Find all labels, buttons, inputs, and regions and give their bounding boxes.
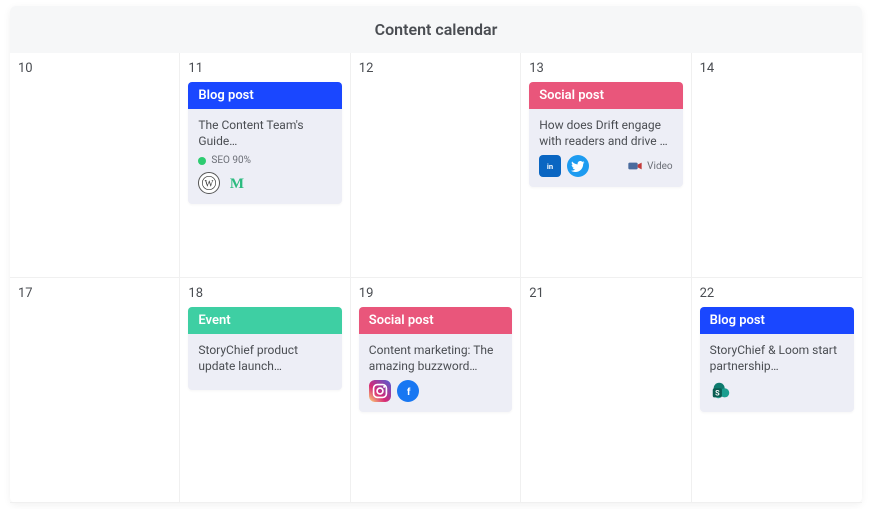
card-type: Blog post (188, 82, 341, 109)
seo-text: SEO 90% (211, 155, 251, 166)
channel-icons: W M (198, 172, 331, 194)
card-body: StoryChief & Loom start partnership… S (700, 334, 854, 412)
seo-badge: SEO 90% (198, 155, 331, 166)
day-cell-18[interactable]: 18 Event StoryChief product update launc… (180, 278, 350, 503)
svg-text:W: W (205, 180, 214, 190)
card-body: StoryChief product update launch… (188, 334, 341, 390)
twitter-icon (567, 155, 589, 177)
card-body: Content marketing: The amazing buzzword… (359, 334, 512, 412)
day-cell-17[interactable]: 17 (10, 278, 180, 503)
calendar-grid: 10 11 Blog post The Content Team's Guide… (10, 53, 862, 503)
svg-text:M: M (230, 176, 244, 192)
calendar-wrapper: Content calendar 10 11 Blog post The Con… (10, 6, 862, 503)
instagram-icon (369, 380, 391, 402)
card-type: Event (188, 307, 341, 334)
day-number: 19 (359, 286, 512, 301)
card-title: How does Drift engage with readers and d… (539, 117, 672, 149)
day-number: 14 (700, 61, 854, 76)
channel-icons: S (710, 380, 844, 402)
day-number: 22 (700, 286, 854, 301)
sharepoint-icon: S (710, 380, 732, 402)
day-cell-19[interactable]: 19 Social post Content marketing: The am… (351, 278, 521, 503)
card-title: The Content Team's Guide… (198, 117, 331, 149)
linkedin-icon: in (539, 155, 561, 177)
video-tag: Video (627, 158, 672, 174)
svg-text:f: f (407, 386, 411, 398)
day-number: 10 (18, 61, 171, 76)
svg-text:in: in (547, 162, 553, 171)
day-cell-13[interactable]: 13 Social post How does Drift engage wit… (521, 53, 691, 278)
day-number: 13 (529, 61, 682, 76)
wordpress-icon: W (198, 172, 220, 194)
card-body: The Content Team's Guide… SEO 90% W M (188, 109, 341, 204)
card-social-19[interactable]: Social post Content marketing: The amazi… (359, 307, 512, 412)
day-cell-12[interactable]: 12 (351, 53, 521, 278)
card-title: StoryChief product update launch… (198, 342, 331, 374)
card-body: How does Drift engage with readers and d… (529, 109, 682, 187)
channel-icons: f (369, 380, 502, 402)
card-title: Content marketing: The amazing buzzword… (369, 342, 502, 374)
day-number: 17 (18, 286, 171, 301)
channel-icons: in Video (539, 155, 672, 177)
video-label: Video (647, 161, 672, 172)
day-cell-21[interactable]: 21 (521, 278, 691, 503)
card-social-13[interactable]: Social post How does Drift engage with r… (529, 82, 682, 187)
card-title: StoryChief & Loom start partnership… (710, 342, 844, 374)
day-cell-22[interactable]: 22 Blog post StoryChief & Loom start par… (692, 278, 862, 503)
card-type: Social post (359, 307, 512, 334)
seo-dot-icon (198, 157, 206, 165)
day-cell-14[interactable]: 14 (692, 53, 862, 278)
svg-text:S: S (715, 389, 720, 398)
page-title: Content calendar (10, 6, 862, 53)
card-blog-11[interactable]: Blog post The Content Team's Guide… SEO … (188, 82, 341, 204)
day-number: 18 (188, 286, 341, 301)
camera-icon (627, 158, 643, 174)
card-event-18[interactable]: Event StoryChief product update launch… (188, 307, 341, 390)
card-type: Social post (529, 82, 682, 109)
day-number: 12 (359, 61, 512, 76)
day-number: 21 (529, 286, 682, 301)
day-number: 11 (188, 61, 341, 76)
card-type: Blog post (700, 307, 854, 334)
card-blog-22[interactable]: Blog post StoryChief & Loom start partne… (700, 307, 854, 412)
day-cell-11[interactable]: 11 Blog post The Content Team's Guide… S… (180, 53, 350, 278)
medium-icon: M (226, 172, 248, 194)
day-cell-10[interactable]: 10 (10, 53, 180, 278)
facebook-icon: f (397, 380, 419, 402)
